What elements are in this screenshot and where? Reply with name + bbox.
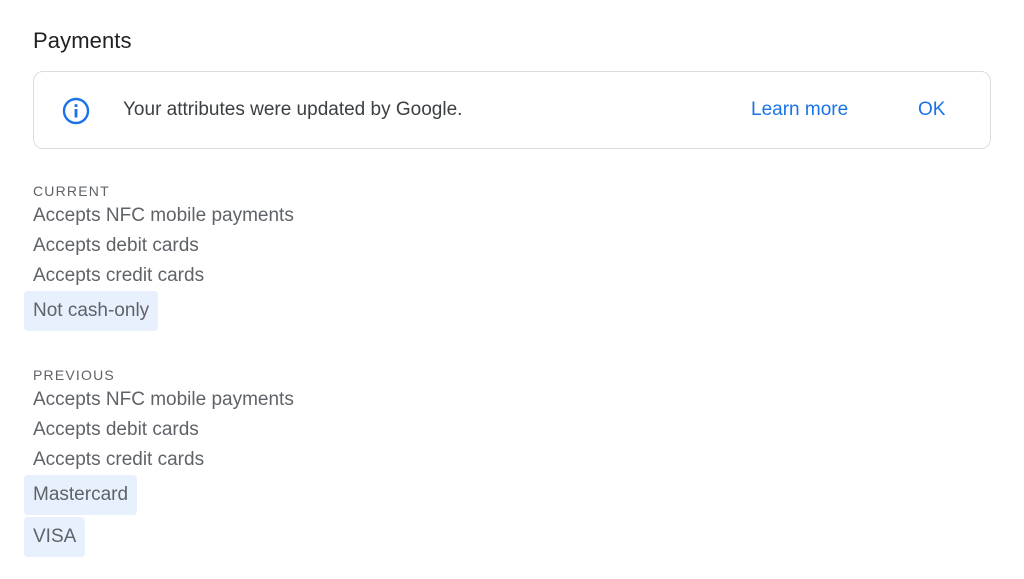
- current-highlighted-attribute: Not cash-only: [24, 291, 159, 331]
- ok-button[interactable]: OK: [918, 99, 945, 121]
- previous-highlighted-attribute: Mastercard: [24, 475, 138, 515]
- info-icon: [62, 97, 90, 125]
- learn-more-button[interactable]: Learn more: [751, 99, 848, 121]
- section-title: Payments: [33, 28, 132, 53]
- previous-label: PREVIOUS: [33, 367, 115, 383]
- previous-attribute: Accepts NFC mobile payments: [33, 389, 294, 410]
- current-label: CURRENT: [33, 183, 110, 199]
- previous-attributes-group: PREVIOUS Accepts NFC mobile payments Acc…: [24, 365, 294, 559]
- payments-page: Payments Your attributes were updated by…: [0, 0, 1024, 579]
- current-attribute: Accepts credit cards: [33, 265, 205, 286]
- previous-attribute: Accepts debit cards: [33, 419, 199, 440]
- current-attribute: Accepts debit cards: [33, 235, 199, 256]
- update-banner: Your attributes were updated by Google. …: [33, 71, 991, 149]
- previous-highlighted-attribute: VISA: [24, 517, 86, 557]
- current-attribute: Accepts NFC mobile payments: [33, 205, 294, 226]
- previous-attribute: Accepts credit cards: [33, 449, 205, 470]
- current-attributes-group: CURRENT Accepts NFC mobile payments Acce…: [24, 181, 294, 333]
- banner-message: Your attributes were updated by Google.: [123, 99, 463, 120]
